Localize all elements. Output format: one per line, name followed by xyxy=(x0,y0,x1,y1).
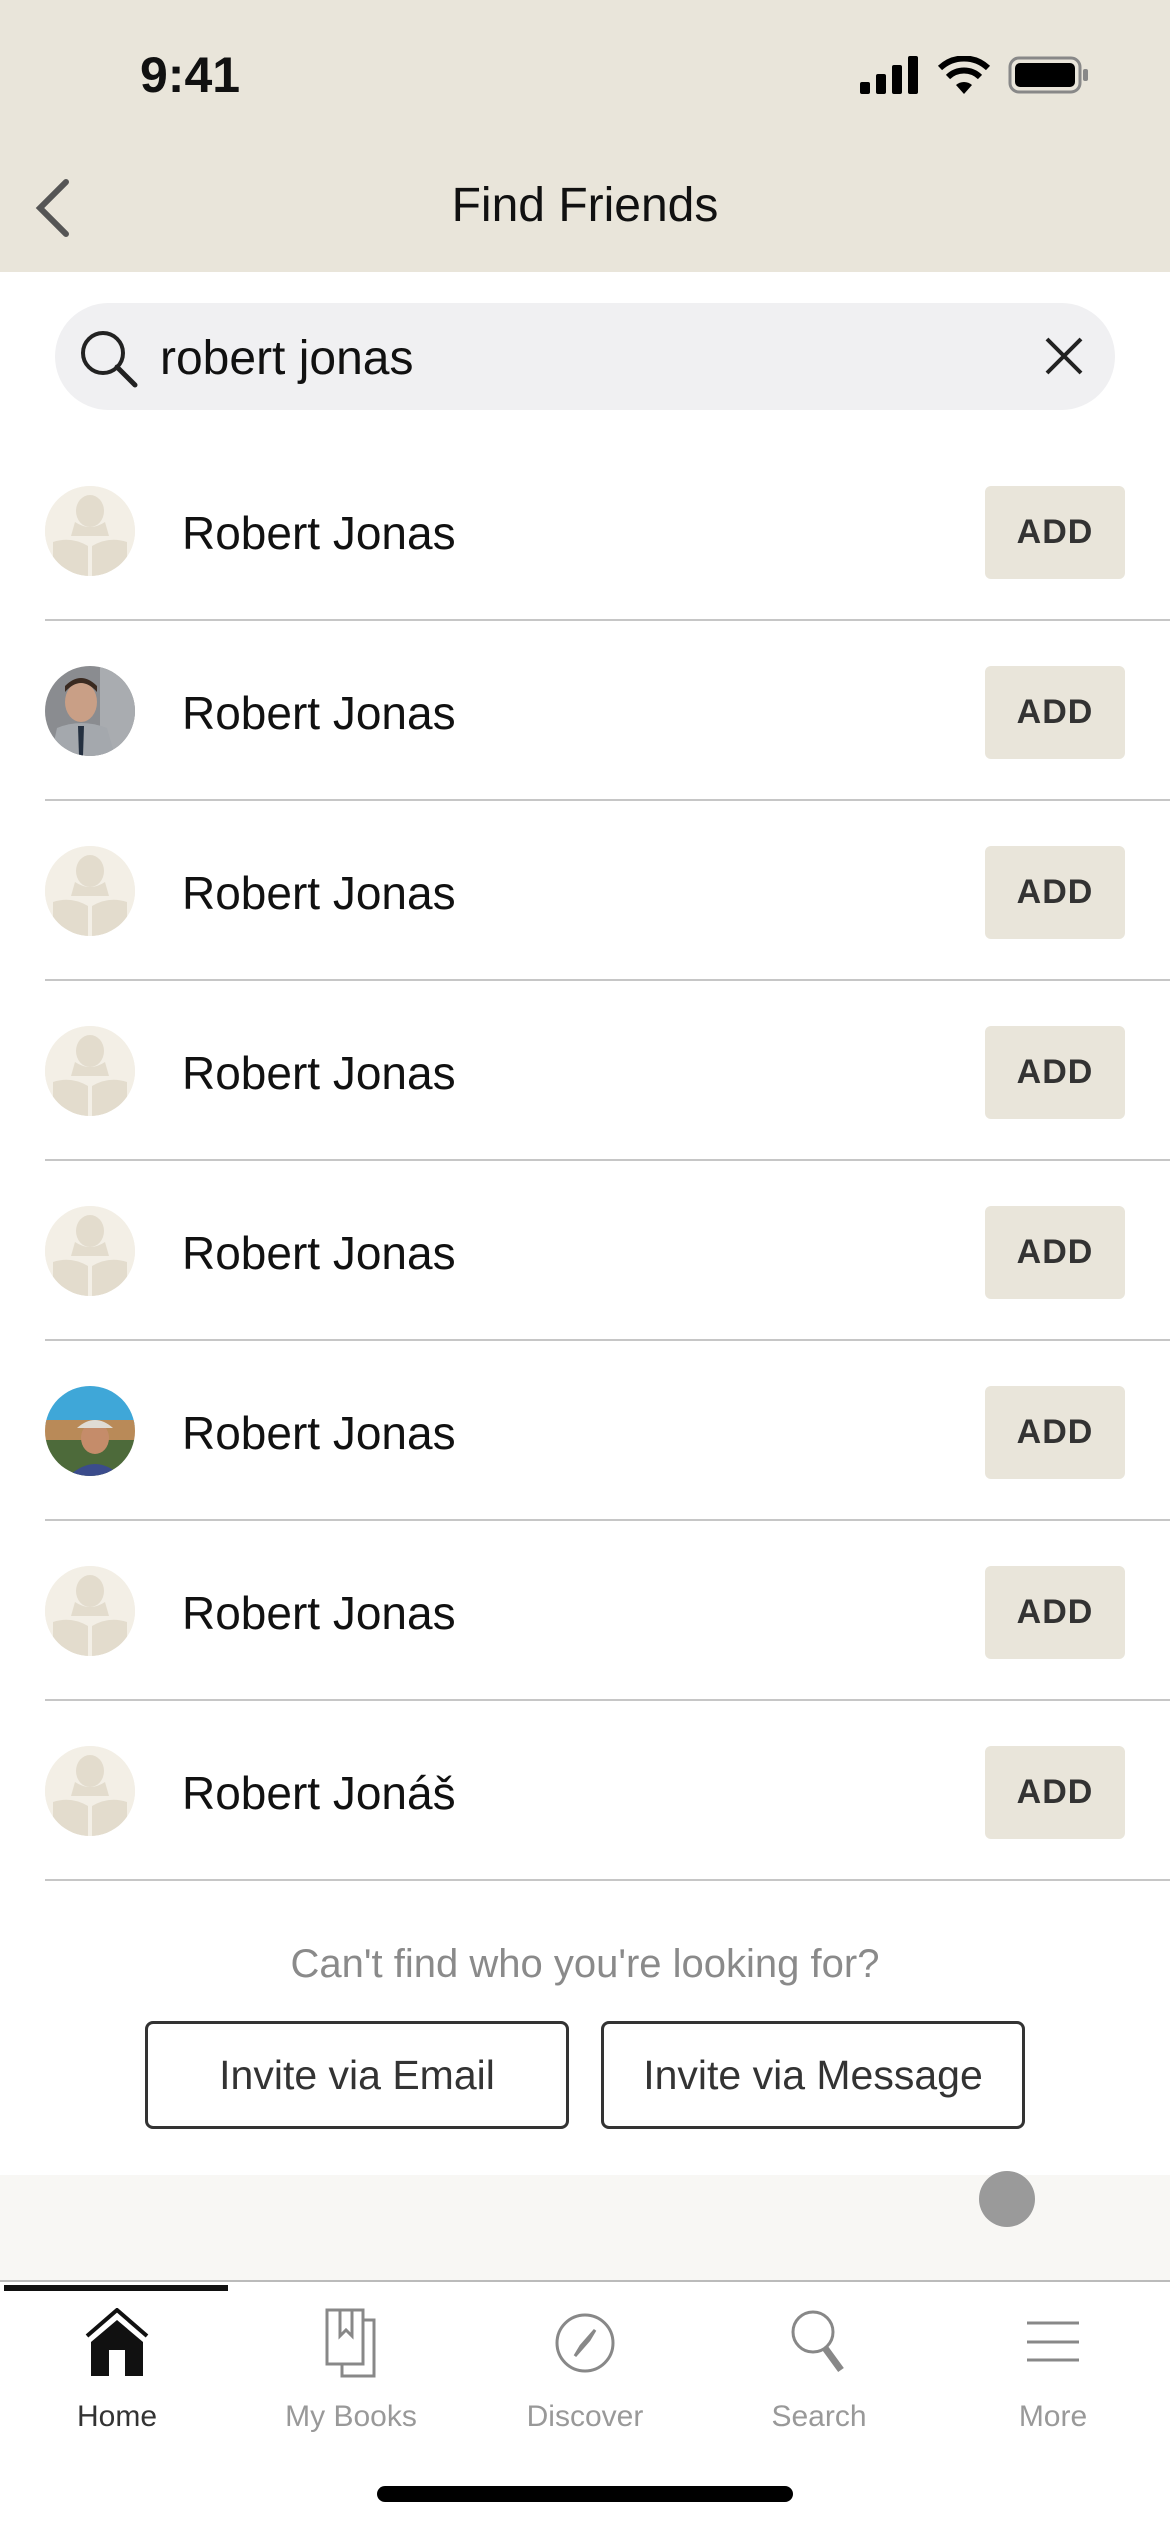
divider xyxy=(45,1879,1170,1881)
scroll-indicator xyxy=(979,2171,1035,2227)
tab-discover[interactable]: Discover xyxy=(468,2300,702,2460)
clear-icon[interactable] xyxy=(1039,331,1089,381)
search-input[interactable]: robert jonas xyxy=(55,303,1115,410)
add-friend-button[interactable]: ADD xyxy=(985,846,1125,939)
add-friend-button[interactable]: ADD xyxy=(985,1746,1125,1839)
home-icon xyxy=(85,2308,149,2376)
avatar[interactable] xyxy=(45,846,135,936)
status-time: 9:41 xyxy=(140,47,241,103)
user-name[interactable]: Robert Jonas xyxy=(182,866,456,920)
add-friend-button[interactable]: ADD xyxy=(985,1026,1125,1119)
result-row[interactable]: Robert Jonas ADD xyxy=(0,1161,1170,1341)
result-row[interactable]: Robert Jonas ADD xyxy=(0,1521,1170,1701)
books-icon xyxy=(325,2308,376,2378)
menu-icon xyxy=(1027,2321,1079,2362)
user-name[interactable]: Robert Jonas xyxy=(182,1406,456,1460)
tab-home[interactable]: Home xyxy=(0,2300,234,2460)
add-friend-button[interactable]: ADD xyxy=(985,666,1125,759)
avatar[interactable] xyxy=(45,1746,135,1836)
user-name[interactable]: Robert Jonas xyxy=(182,1046,456,1100)
result-row[interactable]: Robert Jonas ADD xyxy=(0,1341,1170,1521)
avatar[interactable] xyxy=(45,1386,135,1476)
page-title: Find Friends xyxy=(451,179,719,232)
add-friend-button[interactable]: ADD xyxy=(985,486,1125,579)
avatar[interactable] xyxy=(45,666,135,756)
add-friend-button[interactable]: ADD xyxy=(985,1386,1125,1479)
avatar[interactable] xyxy=(45,1206,135,1296)
result-row[interactable]: Robert Jonas ADD xyxy=(0,621,1170,801)
compass-icon xyxy=(555,2313,615,2373)
header: 9:41 Find Friends xyxy=(0,0,1170,272)
home-indicator xyxy=(377,2486,793,2502)
result-row[interactable]: Robert Jonas ADD xyxy=(0,801,1170,981)
battery-icon xyxy=(1008,56,1088,94)
not-found-prompt: Can't find who you're looking for? xyxy=(290,1942,880,1986)
avatar[interactable] xyxy=(45,486,135,576)
user-name[interactable]: Robert Jonáš xyxy=(182,1766,456,1820)
invite-email-button[interactable]: Invite via Email xyxy=(145,2021,569,2129)
invite-message-button[interactable]: Invite via Message xyxy=(601,2021,1025,2129)
signal-icon xyxy=(860,56,918,94)
add-friend-button[interactable]: ADD xyxy=(985,1206,1125,1299)
avatar[interactable] xyxy=(45,1566,135,1656)
user-name[interactable]: Robert Jonas xyxy=(182,1226,456,1280)
search-icon xyxy=(81,331,138,388)
bottom-nav: Home My Books Discover Search More xyxy=(0,2300,1170,2460)
search-icon xyxy=(791,2310,844,2373)
tab-my-books[interactable]: My Books xyxy=(234,2300,468,2460)
user-name[interactable]: Robert Jonas xyxy=(182,686,456,740)
result-row[interactable]: Robert Jonas ADD xyxy=(0,981,1170,1161)
wifi-icon xyxy=(938,56,990,94)
result-row[interactable]: Robert Jonáš ADD xyxy=(0,1701,1170,1881)
user-name[interactable]: Robert Jonas xyxy=(182,506,456,560)
search-value[interactable]: robert jonas xyxy=(160,331,413,386)
add-friend-button[interactable]: ADD xyxy=(985,1566,1125,1659)
result-row[interactable]: Robert Jonas ADD xyxy=(0,441,1170,621)
tab-search[interactable]: Search xyxy=(702,2300,936,2460)
user-name[interactable]: Robert Jonas xyxy=(182,1586,456,1640)
active-tab-indicator xyxy=(4,2285,228,2291)
avatar[interactable] xyxy=(45,1026,135,1116)
status-icons xyxy=(860,56,1090,94)
tab-more[interactable]: More xyxy=(936,2300,1170,2460)
